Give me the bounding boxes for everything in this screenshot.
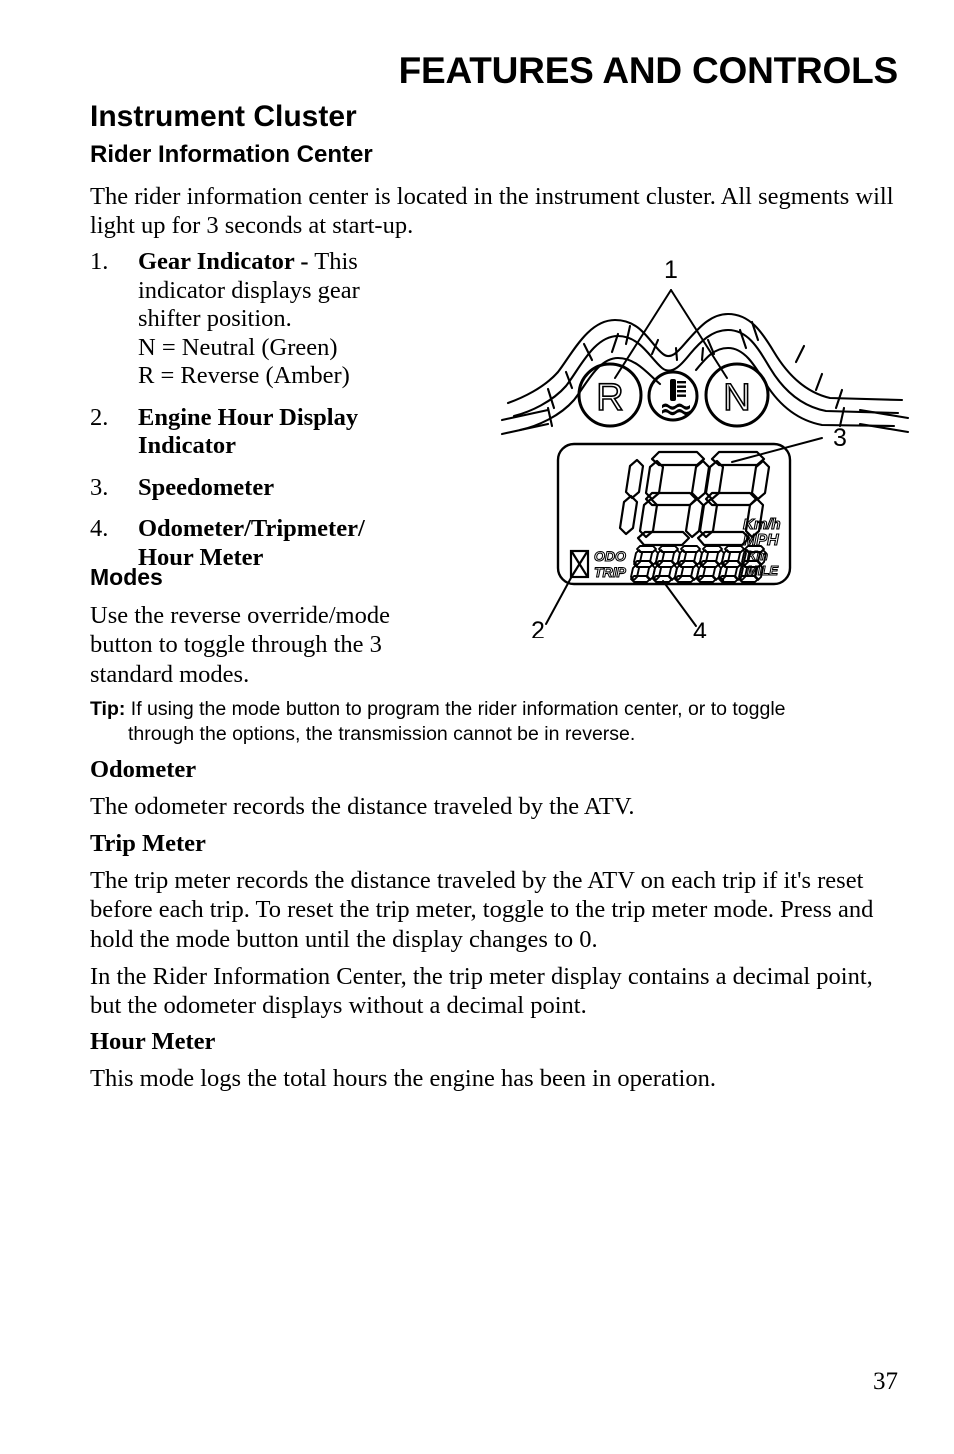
intro-paragraph: The rider information center is located … [90,183,894,240]
list-item-number: 2. [90,403,109,431]
list-item-title: Gear Indicator - [138,248,309,275]
list-item: 2. Engine Hour Display Indicator [90,404,420,461]
pod-wing-left-line-2 [500,422,550,436]
list-item-title: Speedometer [138,473,275,501]
instrument-cluster-figure: R N Km/h MPH ODO TRIP Km MILE 1 2 3 4 [500,248,910,638]
numbered-list: 1. Gear Indicator - This indicator displ… [90,248,420,585]
callout-label-4: 4 [693,618,707,638]
pod-tick-r3 [814,372,824,392]
tip-block: Tip: If using the mode button to program… [90,697,900,747]
list-item: 1. Gear Indicator - This indicator displ… [90,248,420,391]
pod-tick-r4 [794,344,806,364]
section-heading-odometer: Odometer [90,756,197,783]
lcd-unit-kmh-label: Km/h [743,516,781,533]
callout-1-leader [614,289,728,379]
callout-4-leader [662,580,697,627]
neutral-indicator-letter: N [723,377,750,419]
modes-paragraph: Use the reverse override/mode button to … [90,602,390,688]
lcd-odo-label: ODO [594,548,626,564]
list-item: 3. Speedometer [90,474,420,503]
running-head: FEATURES AND CONTROLS [398,50,899,91]
callout-3-leader [731,437,823,463]
pod-center-notch-left [674,346,679,362]
lcd-trip-label: TRIP [594,564,627,580]
coolant-temp-icon [662,379,690,416]
odometer-digits [630,545,767,583]
pod-center-notch-right [700,346,705,362]
lcd-unit-km-label: Km [747,548,768,563]
decimal-point-paragraph: In the Rider Information Center, the tri… [90,963,873,1020]
lcd-decimal-point [719,577,725,583]
pod-sep-right-1 [738,328,748,350]
list-item-title: Odometer/Tripmeter/ Hour Meter [138,515,365,571]
pod-wing-right-line-1 [858,408,910,420]
pod-sep-left-2 [624,324,632,346]
reverse-indicator-letter: R [596,377,623,419]
list-item-line-reverse: R = Reverse (Amber) [138,362,350,390]
callout-label-2: 2 [531,617,545,638]
list-item-title: Engine Hour Display Indicator [138,403,359,460]
hour-meter-paragraph: This mode logs the total hours the engin… [90,1065,716,1092]
tip-text-line-1: If using the mode button to program the … [125,698,786,720]
list-item-number: 4. [90,515,109,543]
odometer-paragraph: The odometer records the distance travel… [90,793,635,820]
pod-wing-left-line-1 [500,408,550,422]
page-title: Instrument Cluster [90,100,357,133]
list-item-number: 3. [90,473,109,501]
callout-label-3: 3 [833,424,847,452]
lcd-unit-mile-label: MILE [747,563,778,578]
manual-page: FEATURES AND CONTROLS Instrument Cluster… [0,0,954,1454]
section-heading-modes: Modes [90,564,163,590]
list-item-number: 1. [90,248,109,275]
section-heading-rider-information-center: Rider Information Center [90,141,373,168]
section-heading-hour-meter: Hour Meter [90,1028,216,1055]
hourglass-icon [569,549,590,579]
callout-label-1: 1 [664,256,678,284]
list-item-line-neutral: N = Neutral (Green) [138,333,338,361]
page-number: 37 [873,1368,898,1395]
trip-meter-paragraph: The trip meter records the distance trav… [90,867,874,953]
section-heading-trip-meter: Trip Meter [90,830,206,857]
tip-text-line-2: through the options, the transmission ca… [128,722,636,745]
callout-2-leader [545,575,573,625]
tip-label: Tip: [90,698,126,720]
